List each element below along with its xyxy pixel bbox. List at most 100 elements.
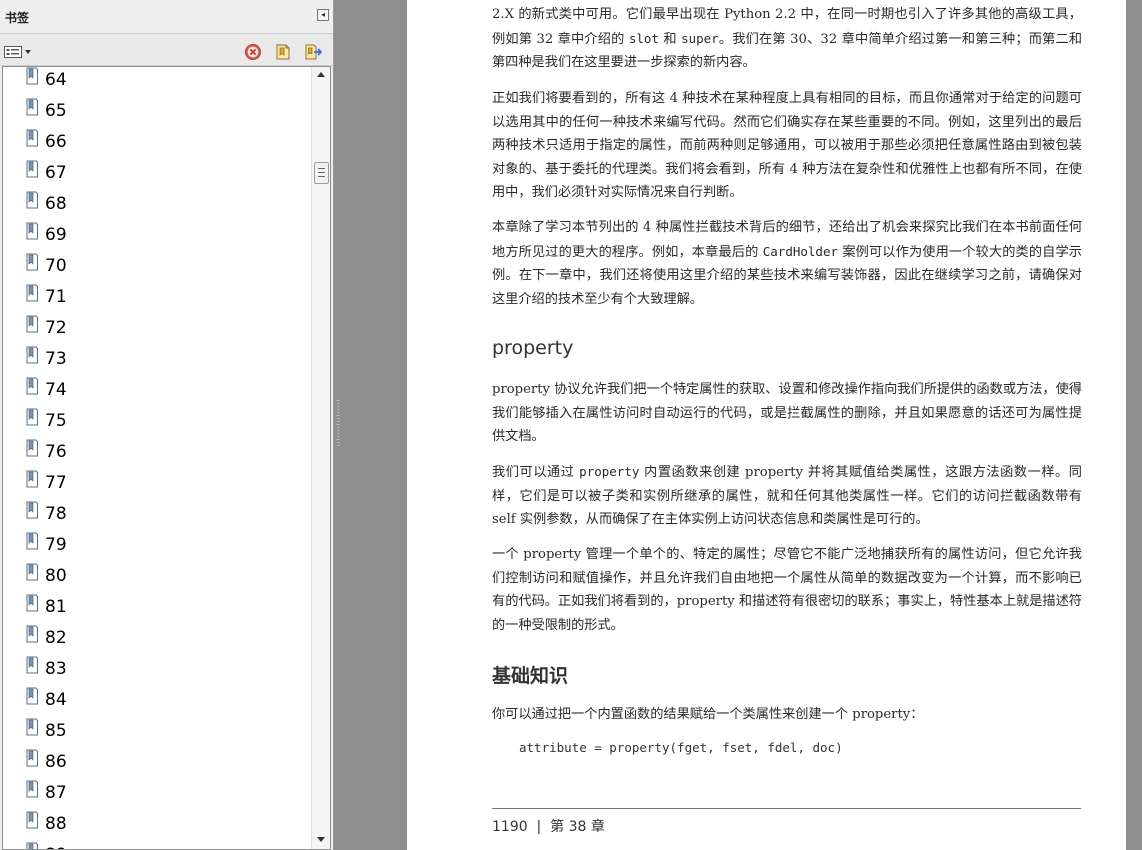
bookmark-icon	[25, 439, 39, 458]
bookmark-icon	[25, 346, 39, 365]
bookmark-item[interactable]: 83	[25, 656, 145, 683]
paragraph-property-protocol: property 协议允许我们把一个特定属性的获取、设置和修改操作指向我们所提供…	[492, 382, 1082, 444]
bookmark-label: 69	[45, 225, 67, 245]
bookmark-label: 83	[45, 659, 67, 679]
document-page: 2.X 的新式类中可用。它们最早出现在 Python 2.2 中，在同一时期也引…	[407, 0, 1126, 850]
bookmark-icon	[25, 656, 39, 675]
bookmark-icon	[25, 687, 39, 706]
bookmark-item[interactable]: 89	[25, 842, 145, 849]
paragraph-basics: 你可以通过把一个内置函数的结果赋给一个类属性来创建一个 property：	[492, 707, 924, 722]
bookmark-item[interactable]: 66	[25, 129, 145, 156]
bookmark-icon	[25, 501, 39, 520]
bookmark-icon	[25, 98, 39, 117]
paragraph-property-builtin: 我们可以通过 property 内置函数来创建 property 并将其赋值给类…	[492, 464, 1082, 527]
bookmark-label: 85	[45, 721, 67, 741]
options-icon	[4, 46, 31, 58]
bookmark-label: 68	[45, 194, 67, 214]
bookmark-label: 64	[45, 70, 67, 90]
paragraph-property-descriptor: 一个 property 管理一个单个的、特定的属性；尽管它不能广泛地捕获所有的属…	[492, 547, 1082, 633]
scroll-up-arrow-icon[interactable]	[317, 72, 325, 77]
paragraph-chapter-scope: 本章除了学习本节列出的 4 种属性拦截技术背后的细节，还给出了机会来探究比我们在…	[492, 220, 1082, 307]
bookmark-item[interactable]: 71	[25, 284, 145, 311]
bookmark-icon	[25, 222, 39, 241]
bookmark-icon	[25, 594, 39, 613]
bookmark-item[interactable]: 64	[25, 67, 145, 94]
code-snippet: attribute = property(fget, fset, fdel, d…	[519, 740, 843, 755]
bookmark-icon	[25, 284, 39, 303]
expand-bookmark-button[interactable]	[304, 43, 323, 61]
bookmark-list-container: 64 65 66 67 68 69 70 71 72 73 74 75 76 77 78 79 80 81 82 83…	[2, 66, 331, 850]
bookmark-label: 81	[45, 597, 67, 617]
paragraph-techniques: 正如我们将要看到的，所有这 4 种技术在某种程度上具有相同的目标，而且你通常对于…	[492, 91, 1082, 200]
new-bookmark-button[interactable]	[274, 43, 292, 61]
bookmark-icon	[25, 67, 39, 86]
scrollbar-thumb[interactable]	[314, 162, 329, 184]
bookmark-item[interactable]: 75	[25, 408, 145, 435]
bookmark-label: 67	[45, 163, 67, 183]
bookmark-label: 72	[45, 318, 67, 338]
bookmark-item[interactable]: 87	[25, 780, 145, 807]
bookmark-icon	[25, 253, 39, 272]
bookmark-item[interactable]: 76	[25, 439, 145, 466]
bookmark-item[interactable]: 80	[25, 563, 145, 590]
bookmark-item[interactable]: 86	[25, 749, 145, 776]
bookmark-item[interactable]: 65	[25, 98, 145, 125]
bookmark-icon	[25, 532, 39, 551]
document-background	[1126, 0, 1142, 850]
bookmark-label: 86	[45, 752, 67, 772]
bookmark-label: 87	[45, 783, 67, 803]
bookmark-item[interactable]: 81	[25, 594, 145, 621]
splitter-grip[interactable]	[337, 400, 340, 448]
bookmark-item[interactable]: 84	[25, 687, 145, 714]
bookmark-label: 80	[45, 566, 67, 586]
footer-divider	[492, 808, 1081, 809]
bookmark-label: 89	[45, 845, 67, 849]
collapse-panel-button[interactable]: ◂	[317, 9, 329, 21]
bookmark-label: 70	[45, 256, 67, 276]
bookmark-icon	[25, 315, 39, 334]
expand-bookmark-icon	[305, 44, 323, 60]
options-menu-button[interactable]	[3, 44, 33, 58]
bookmark-item[interactable]: 73	[25, 346, 145, 373]
bookmark-label: 71	[45, 287, 67, 307]
bookmark-item[interactable]: 69	[25, 222, 145, 249]
bookmark-icon	[25, 377, 39, 396]
bookmark-icon	[25, 160, 39, 179]
bookmark-item[interactable]: 85	[25, 718, 145, 745]
panel-splitter[interactable]	[334, 0, 407, 850]
bookmark-item[interactable]: 74	[25, 377, 145, 404]
delete-bookmark-button[interactable]	[244, 43, 262, 61]
bookmark-label: 66	[45, 132, 67, 152]
vertical-scrollbar[interactable]	[311, 67, 330, 849]
bookmark-icon	[25, 811, 39, 830]
panel-title: 书签	[5, 11, 30, 25]
bookmark-label: 77	[45, 473, 67, 493]
bookmark-label: 84	[45, 690, 67, 710]
bookmark-icon	[25, 191, 39, 210]
scroll-down-arrow-icon[interactable]	[317, 837, 325, 842]
bookmark-item[interactable]: 77	[25, 470, 145, 497]
heading-basics: 基础知识	[492, 665, 569, 687]
bookmark-label: 79	[45, 535, 67, 555]
bookmark-item[interactable]: 72	[25, 315, 145, 342]
bookmark-icon	[25, 408, 39, 427]
bookmark-item[interactable]: 67	[25, 160, 145, 187]
delete-icon	[245, 44, 261, 60]
bookmark-item[interactable]: 70	[25, 253, 145, 280]
bookmark-item[interactable]: 79	[25, 532, 145, 559]
bookmark-icon	[25, 718, 39, 737]
heading-property: property	[492, 337, 574, 359]
bookmark-label: 75	[45, 411, 67, 431]
bookmark-item[interactable]: 82	[25, 625, 145, 652]
bookmark-label: 73	[45, 349, 67, 369]
bookmark-label: 74	[45, 380, 67, 400]
bookmark-icon	[25, 563, 39, 582]
bookmark-label: 78	[45, 504, 67, 524]
bookmark-item[interactable]: 68	[25, 191, 145, 218]
bookmark-label: 88	[45, 814, 67, 834]
bookmark-item[interactable]: 78	[25, 501, 145, 528]
bookmark-item[interactable]: 88	[25, 811, 145, 838]
bookmark-icon	[25, 625, 39, 644]
paragraph-intro: 2.X 的新式类中可用。它们最早出现在 Python 2.2 中，在同一时期也引…	[492, 7, 1083, 70]
bookmark-icon	[25, 749, 39, 768]
